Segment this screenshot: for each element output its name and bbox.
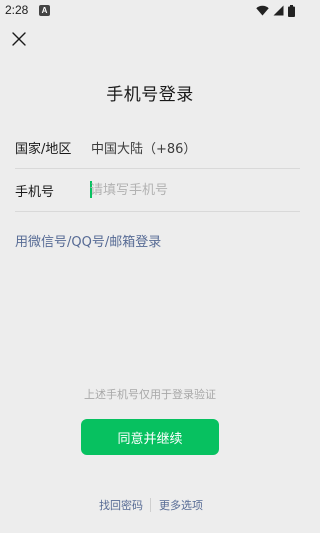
wifi-icon [256,5,269,16]
page-title: 手机号登录 [106,85,194,105]
phone-row: 手机号 [0,169,300,211]
verification-hint: 上述手机号仅用于登录验证 [84,388,216,401]
status-icons [256,4,295,17]
phone-label: 手机号 [15,185,55,200]
alt-login-link[interactable]: 用微信号/QQ号/邮箱登录 [15,231,161,250]
divider [15,211,300,212]
close-button[interactable] [9,29,29,49]
battery-icon [288,4,295,17]
status-bar: 2:28 A [0,0,300,22]
more-options-link[interactable]: 更多选项 [159,497,203,513]
country-value: 中国大陆（+86） [91,142,197,157]
notification-app-icon: A [39,5,50,16]
signal-icon [273,5,284,16]
login-screen: 2:28 A 手机号登录 国家/地区 中国大陆（+86） 手机号 请填写手机号 … [0,0,300,533]
agree-continue-button[interactable]: 同意并继续 [81,419,219,455]
find-password-link[interactable]: 找回密码 [99,497,143,513]
bottom-links: 找回密码 更多选项 [0,497,300,515]
status-time: 2:28 [5,3,29,17]
country-row[interactable]: 国家/地区 中国大陆（+86） [0,126,300,168]
phone-input[interactable] [90,177,285,203]
link-divider [150,498,151,512]
country-label: 国家/地区 [15,142,72,157]
close-icon [12,32,26,46]
